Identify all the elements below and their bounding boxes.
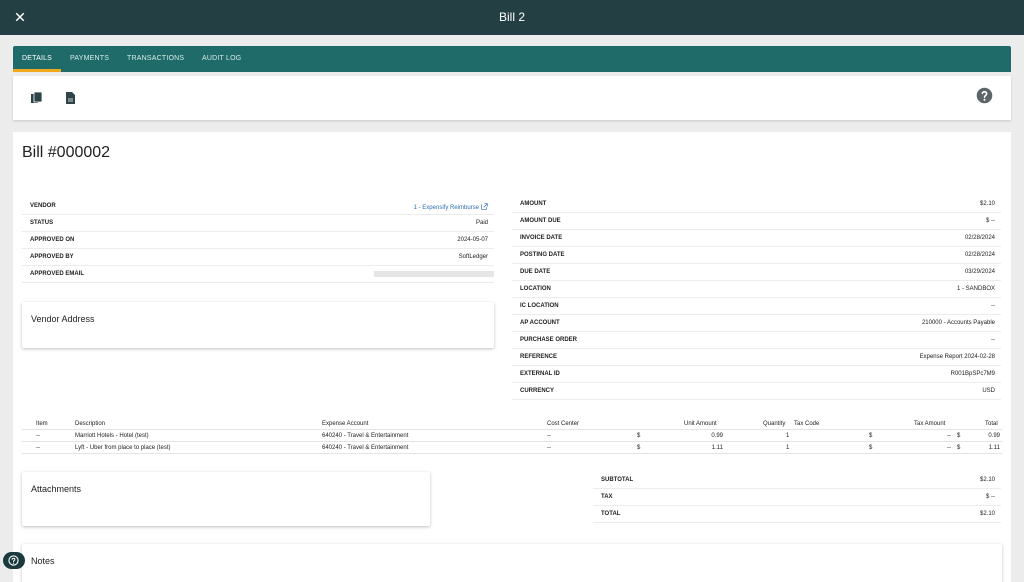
bill-left-fields: VENDOR 1 - Expensify Reimburse STATUS Pa… <box>22 198 494 283</box>
field-ap-account: AP ACCOUNT 210000 - Accounts Payable <box>512 315 1001 332</box>
vendor-link[interactable]: 1 - Expensify Reimburse <box>414 203 488 211</box>
tab-bar: DETAILS PAYMENTS TRANSACTIONS AUDIT LOG <box>13 46 1011 72</box>
field-approved-email: APPROVED EMAIL <box>22 266 494 283</box>
tab-audit-log[interactable]: AUDIT LOG <box>202 46 241 72</box>
title-bar: Bill 2 <box>0 0 1024 35</box>
field-vendor: VENDOR 1 - Expensify Reimburse <box>22 198 494 215</box>
subtotal-row: SUBTOTAL $2.10 <box>593 472 1001 489</box>
notes-panel: Notes <box>22 544 1002 582</box>
field-approved-on: APPROVED ON 2024-05-07 <box>22 232 494 249</box>
window-title: Bill 2 <box>498 10 525 24</box>
question-icon <box>8 555 19 566</box>
total-row: TOTAL $2.10 <box>593 506 1001 523</box>
external-link-icon <box>481 203 488 210</box>
field-external-id: EXTERNAL ID R001BpSPc7M9 <box>512 366 1001 383</box>
bill-details-card: Bill #000002 VENDOR 1 - Expensify Reimbu… <box>13 132 1011 582</box>
table-row: -- Lyft - Uber from place to place (test… <box>22 442 1002 454</box>
field-posting-date: POSTING DATE 02/28/2024 <box>512 247 1001 264</box>
status-value: Paid <box>475 220 488 226</box>
field-purchase-order: PURCHASE ORDER -- <box>512 332 1001 349</box>
bill-title: Bill #000002 <box>22 144 111 161</box>
notes-title: Notes <box>31 556 55 566</box>
field-amount: AMOUNT $2.10 <box>512 196 1001 213</box>
line-items-table: Item Description Expense Account Cost Ce… <box>22 418 1002 454</box>
document-icon[interactable] <box>65 92 76 105</box>
vendor-address-title: Vendor Address <box>31 314 95 324</box>
attachments-title: Attachments <box>31 484 82 494</box>
field-due-date: DUE DATE 03/29/2024 <box>512 264 1001 281</box>
field-reference: REFERENCE Expense Report 2024-02-28 <box>512 349 1001 366</box>
field-location: LOCATION 1 - SANDBOX <box>512 281 1001 298</box>
attachments-panel: Attachments <box>22 472 430 526</box>
tab-transactions[interactable]: TRANSACTIONS <box>127 46 184 72</box>
copy-icon[interactable] <box>31 92 42 105</box>
redacted-email <box>374 271 494 277</box>
tab-payments[interactable]: PAYMENTS <box>70 46 109 72</box>
toolbar <box>13 76 1011 120</box>
field-invoice-date: INVOICE DATE 02/28/2024 <box>512 230 1001 247</box>
support-button[interactable] <box>3 552 25 569</box>
bill-right-fields: AMOUNT $2.10 AMOUNT DUE $ -- INVOICE DATE 0… <box>512 196 1001 400</box>
active-tab-indicator <box>13 69 61 72</box>
field-amount-due: AMOUNT DUE $ -- <box>512 213 1001 230</box>
totals: SUBTOTAL $2.10 TAX $ -- TOTAL $2.10 <box>593 472 1001 523</box>
field-ic-location: IC LOCATION -- <box>512 298 1001 315</box>
vendor-address-panel: Vendor Address <box>22 302 494 348</box>
field-approved-by: APPROVED BY SoftLedger <box>22 249 494 266</box>
tax-row: TAX $ -- <box>593 489 1001 506</box>
line-items-header: Item Description Expense Account Cost Ce… <box>22 418 1002 430</box>
field-currency: CURRENCY USD <box>512 383 1001 400</box>
field-status: STATUS Paid <box>22 215 494 232</box>
table-row: -- Marriott Hotels - Hotel (test) 640240… <box>22 430 1002 442</box>
help-icon[interactable] <box>976 87 993 104</box>
